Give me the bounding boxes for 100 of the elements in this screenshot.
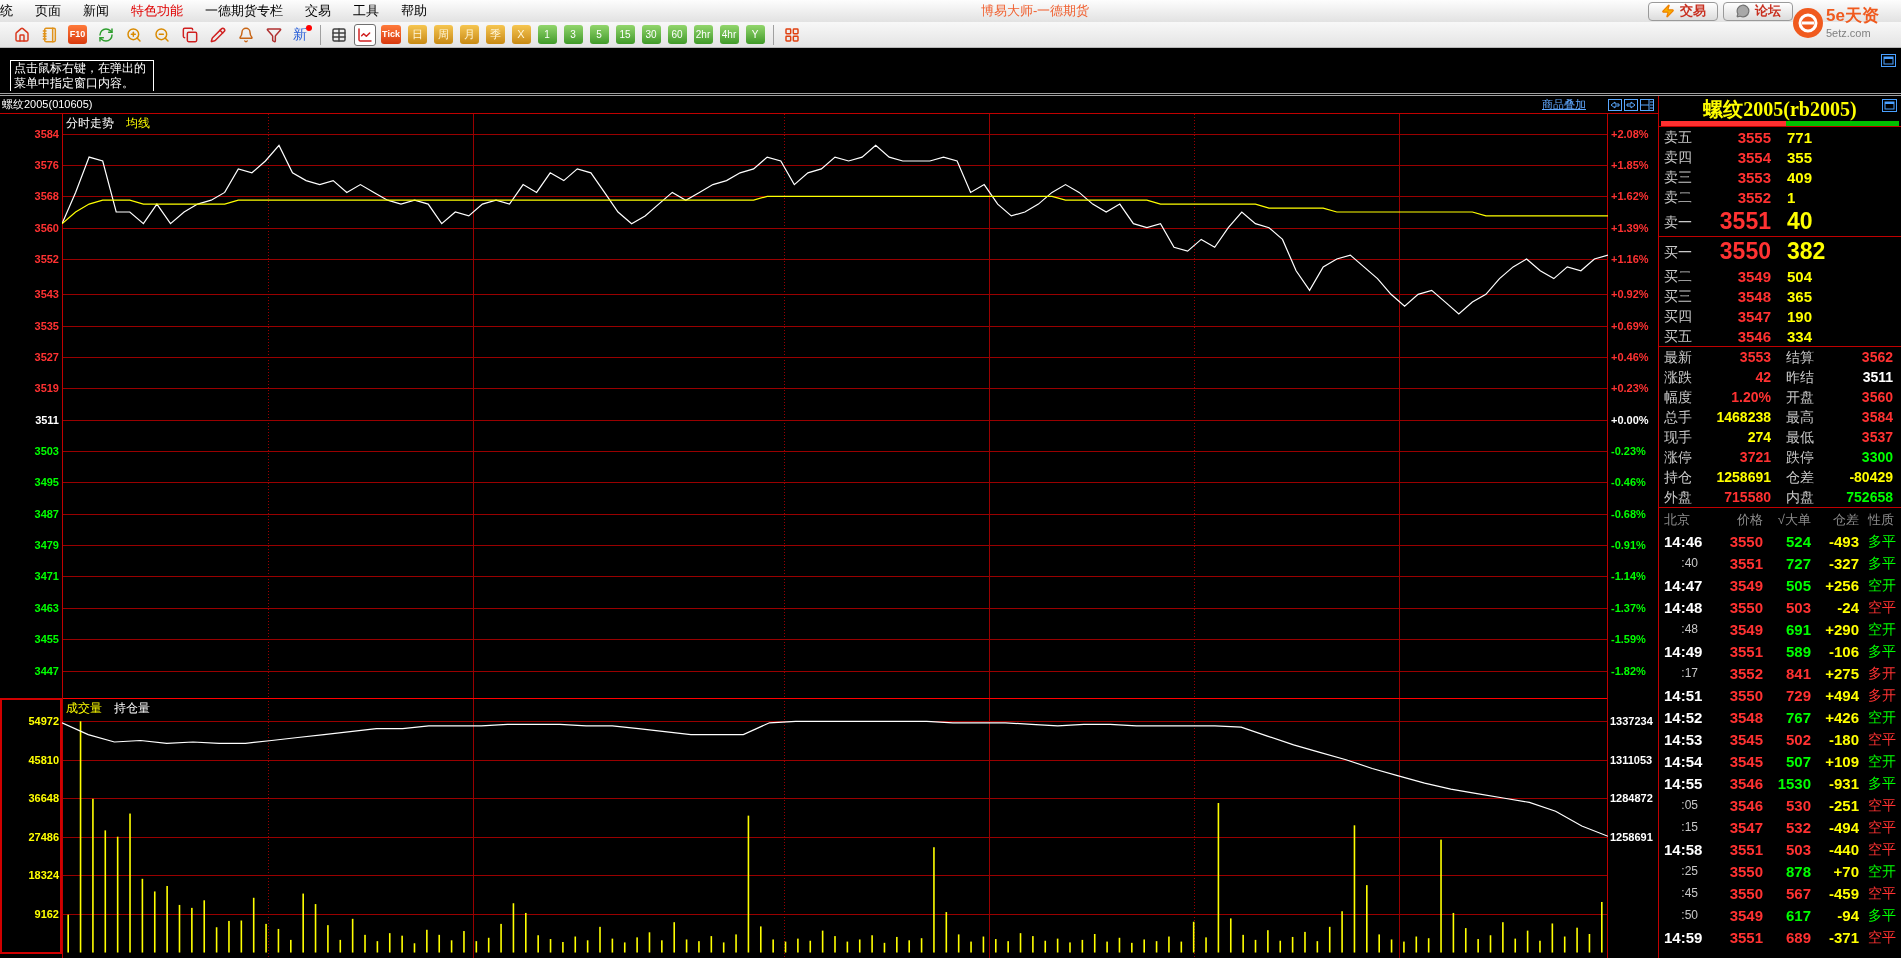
menu-item[interactable]: 一德期货专栏 — [194, 0, 294, 22]
funnel-icon — [265, 26, 282, 43]
stat-label: 总手 — [1664, 409, 1693, 425]
position-change: +290 — [1824, 620, 1859, 638]
menu-item[interactable]: 统 — [0, 0, 24, 22]
book-label: 买一 — [1664, 243, 1693, 260]
trade-price: 3549 — [1728, 620, 1763, 638]
zoom-out-icon — [153, 26, 170, 43]
position-change: -459 — [1827, 884, 1859, 902]
toolbar-button[interactable]: 60 — [667, 25, 687, 44]
stat-value: 3721 — [1738, 449, 1771, 465]
toolbar-button[interactable]: 5 — [589, 25, 609, 44]
menu-item[interactable]: 页面 — [24, 0, 72, 22]
logo-domain: 5etz.com — [1826, 27, 1872, 39]
axis-label: 1337234 — [1610, 714, 1653, 728]
split-panel-icon[interactable] — [1640, 98, 1654, 111]
toolbar-button[interactable]: 月 — [459, 25, 479, 44]
toolbar-button[interactable]: X — [511, 25, 531, 44]
overlay-link[interactable]: 商品叠加 — [1542, 96, 1586, 113]
axis-label: 3535 — [34, 318, 59, 333]
axis-label: 27486 — [28, 829, 59, 844]
trade-time: 14:46 — [1664, 532, 1704, 550]
menu-item[interactable]: 交易 — [294, 0, 342, 22]
maximize-icon[interactable] — [1881, 54, 1896, 67]
volume-bar — [1328, 926, 1331, 953]
stat-label: 幅度 — [1664, 389, 1693, 405]
trade-price: 3546 — [1728, 796, 1763, 814]
axis-label: +0.92% — [1611, 287, 1649, 302]
book-volume: 409 — [1786, 169, 1814, 185]
logo-text: 5e天资 — [1826, 7, 1879, 25]
toolbar-button[interactable]: 3 — [563, 25, 583, 44]
book-volume: 365 — [1786, 288, 1814, 304]
toolbar-button[interactable]: Tick — [381, 25, 401, 44]
copy-icon — [181, 26, 198, 43]
left-arrow-icon[interactable] — [1608, 98, 1622, 111]
trade-time: 14:47 — [1664, 576, 1704, 594]
toolbar-button[interactable]: 季 — [485, 25, 505, 44]
volume-bar — [1588, 934, 1591, 953]
axis-label: +1.62% — [1611, 189, 1649, 204]
trade-volume: 505 — [1784, 576, 1811, 594]
axis-label: -1.14% — [1611, 569, 1646, 584]
stat-value: 3553 — [1738, 349, 1771, 365]
axis-label: 1311053 — [1610, 752, 1653, 767]
volume-bar — [1563, 936, 1566, 953]
stat-value: 1258691 — [1715, 469, 1771, 485]
trade-nature: 多开 — [1867, 687, 1897, 703]
stat-value: -80429 — [1848, 469, 1893, 485]
trade-volume: 532 — [1784, 818, 1811, 836]
volume-bar — [883, 942, 886, 953]
maximize-icon[interactable] — [1882, 99, 1897, 112]
dot-icon — [305, 25, 312, 31]
axis-label: 3519 — [34, 381, 59, 396]
book-price: 3550 — [1718, 240, 1771, 263]
stat-label: 结算 — [1785, 349, 1815, 365]
trade-time: 14:55 — [1664, 774, 1704, 792]
menu-item[interactable]: 帮助 — [390, 0, 438, 22]
menu-item[interactable]: 特色功能 — [120, 0, 194, 22]
menu-item[interactable]: 新闻 — [72, 0, 120, 22]
book-volume: 40 — [1786, 210, 1814, 233]
trade-price: 3551 — [1728, 840, 1763, 858]
header-button[interactable]: 交易 — [1648, 1, 1718, 21]
menu-item[interactable]: 工具 — [342, 0, 390, 22]
axis-label: -0.91% — [1611, 538, 1646, 553]
position-change: -371 — [1827, 928, 1859, 946]
axis-label: +0.69% — [1611, 318, 1649, 333]
volume-bar — [203, 900, 206, 953]
toolbar-button[interactable]: 日 — [407, 25, 427, 44]
book-label: 卖五 — [1664, 129, 1693, 145]
position-change: -440 — [1827, 840, 1859, 858]
volume-bar — [450, 940, 453, 953]
position-change: -106 — [1827, 642, 1859, 660]
toolbar-button[interactable]: 15 — [615, 25, 635, 44]
trade-volume: 589 — [1784, 642, 1811, 660]
toolbar-button[interactable]: 4hr — [719, 25, 739, 44]
axis-label: -0.68% — [1611, 506, 1646, 521]
toolbar-button[interactable]: Y — [745, 25, 765, 44]
trade-price: 3550 — [1728, 686, 1763, 704]
toolbar-button[interactable]: 周 — [433, 25, 453, 44]
volume-bar — [957, 934, 960, 953]
header-button[interactable]: 论坛 — [1723, 1, 1793, 21]
trade-time: 14:58 — [1664, 840, 1704, 858]
volume-bar — [722, 942, 725, 953]
volume-bar — [277, 928, 280, 953]
toolbar-button[interactable]: 1 — [537, 25, 557, 44]
trade-volume: 617 — [1784, 906, 1811, 924]
book-volume: 504 — [1786, 268, 1814, 284]
toolbar-button[interactable]: F10 — [68, 25, 87, 44]
speech-bubble-icon — [1735, 4, 1750, 18]
stat-label: 跌停 — [1785, 449, 1815, 465]
toolbar-button[interactable] — [354, 23, 376, 46]
trade-time: 14:51 — [1664, 686, 1704, 704]
toolbar-button[interactable]: 新 — [291, 25, 312, 44]
toolbar-button[interactable]: 30 — [641, 25, 661, 44]
toolbar-button[interactable]: 2hr — [693, 25, 713, 44]
trade-nature: 多开 — [1867, 665, 1897, 681]
axis-label: 9162 — [34, 906, 59, 921]
right-arrow-icon[interactable] — [1624, 98, 1638, 111]
trade-price: 3549 — [1728, 906, 1763, 924]
trade-nature: 空开 — [1867, 863, 1897, 879]
trade-volume: 841 — [1784, 664, 1811, 682]
